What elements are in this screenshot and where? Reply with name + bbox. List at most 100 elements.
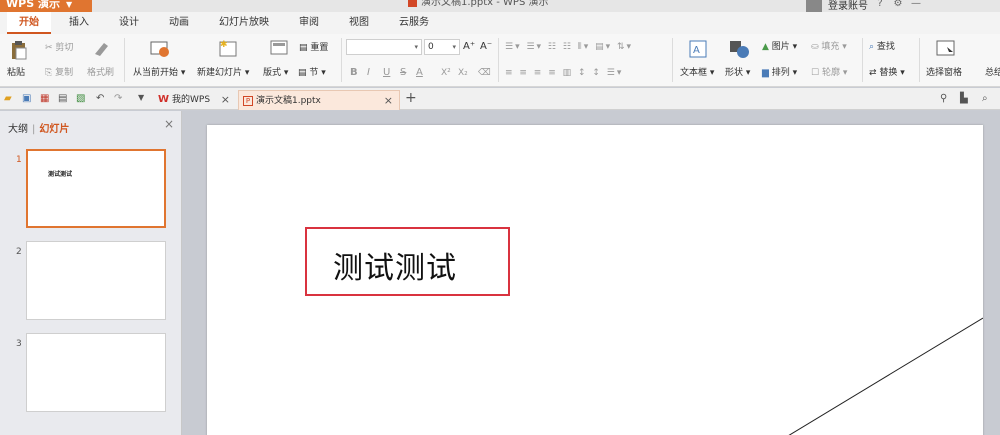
from-current-button[interactable]: 从当前开始 ▾: [133, 67, 185, 79]
font-color-button[interactable]: A: [416, 67, 423, 79]
copy-button[interactable]: ⎘ 复制: [45, 67, 73, 79]
reset-button[interactable]: ▤ 重置: [299, 42, 328, 54]
font-size-value: 0: [428, 42, 434, 52]
cut-button[interactable]: ✂ 剪切: [45, 42, 73, 54]
outline-button[interactable]: ☐ 轮廓 ▾: [811, 67, 847, 79]
reset-label: 重置: [310, 43, 329, 53]
play-from-current-icon[interactable]: [150, 40, 170, 58]
font-name-combo[interactable]: ▾: [346, 39, 422, 55]
slide-number: 1: [16, 155, 22, 165]
paste-button[interactable]: 粘贴: [7, 67, 25, 79]
tab-animation[interactable]: 动画: [157, 12, 201, 34]
find-label: 查找: [876, 42, 895, 52]
underline-button[interactable]: U: [383, 67, 390, 79]
textbox-button[interactable]: 文本框 ▾: [680, 67, 714, 79]
customize-icon[interactable]: ▼: [138, 93, 149, 104]
outline-icon: ☐: [811, 68, 822, 78]
diagonal-line-shape[interactable]: [207, 125, 983, 435]
section-icon: ▤: [298, 68, 310, 78]
selection-pane-button[interactable]: 选择窗格: [926, 67, 962, 79]
tab-home[interactable]: 开始: [7, 12, 51, 34]
tab-slideshow[interactable]: 幻灯片放映: [207, 12, 281, 34]
chevron-down-icon: ▾: [452, 43, 456, 51]
slide-thumbnail-1[interactable]: 测试测试: [26, 149, 166, 228]
close-icon[interactable]: ×: [221, 90, 230, 110]
section-button[interactable]: ▤ 节 ▾: [298, 67, 326, 79]
bold-button[interactable]: B: [350, 67, 358, 79]
divider: [341, 38, 342, 82]
arrange-button[interactable]: ▆ 排列 ▾: [762, 67, 797, 79]
print-icon[interactable]: ▤: [58, 93, 69, 104]
slide-thumbnail-3[interactable]: [26, 333, 166, 412]
superscript-button[interactable]: X²: [441, 67, 451, 79]
app-menu-button[interactable]: WPS 演示 ▼: [0, 0, 92, 12]
grow-font-button[interactable]: A⁺: [463, 41, 475, 53]
italic-button[interactable]: I: [367, 67, 370, 79]
tab-mywps[interactable]: W 我的WPS ×: [154, 90, 236, 110]
settings-icon[interactable]: ⚙: [892, 0, 904, 10]
slide[interactable]: 测试测试: [207, 125, 983, 435]
panel-tabs: 大纲 | 幻灯片: [8, 120, 69, 135]
paste-icon[interactable]: [10, 40, 28, 60]
preview-icon[interactable]: ▧: [76, 93, 87, 104]
user-name[interactable]: 登录账号: [828, 0, 868, 12]
undo-icon[interactable]: ↶: [96, 93, 107, 104]
help-icon[interactable]: ?: [874, 0, 886, 10]
summary-button[interactable]: 总结: [985, 67, 1000, 79]
layout-button[interactable]: 版式 ▾: [263, 67, 288, 79]
textbox-icon[interactable]: A: [689, 40, 707, 58]
shape-icon[interactable]: [729, 40, 749, 58]
redo-icon[interactable]: ↷: [114, 93, 125, 104]
tab-insert[interactable]: 插入: [57, 12, 101, 34]
skin-icon[interactable]: ▙: [960, 93, 971, 104]
subscript-button[interactable]: X₂: [458, 67, 468, 79]
format-painter-button[interactable]: 格式刷: [87, 67, 114, 79]
new-tab-icon[interactable]: +: [405, 90, 417, 106]
shrink-font-button[interactable]: A⁻: [480, 41, 492, 53]
minimize-icon[interactable]: —: [910, 0, 922, 10]
picture-button[interactable]: ▲ 图片 ▾: [762, 41, 797, 53]
open-icon[interactable]: ▰: [4, 93, 15, 104]
replace-button[interactable]: ⇄ 替换 ▾: [869, 67, 905, 79]
tab-cloud[interactable]: 云服务: [387, 12, 441, 34]
clear-format-icon[interactable]: ⌫: [478, 67, 491, 79]
slide-thumbnail-2[interactable]: [26, 241, 166, 320]
svg-text:✱: ✱: [220, 40, 228, 50]
tab-slides[interactable]: 幻灯片: [39, 124, 69, 135]
save-icon[interactable]: ▣: [22, 93, 33, 104]
ribbon-toolbar: 粘贴 ✂ 剪切 ⎘ 复制 格式刷 从当前开始 ▾ ✱ 新建幻灯片 ▾ 版式 ▾ …: [0, 34, 1000, 87]
pin-icon[interactable]: ⚲: [940, 93, 951, 104]
strikethrough-button[interactable]: S: [400, 67, 406, 79]
cut-label: 剪切: [55, 43, 74, 53]
slide-editor-canvas[interactable]: 测试测试: [182, 111, 1000, 435]
find-button[interactable]: ⌕ 查找: [869, 41, 895, 53]
tab-outline[interactable]: 大纲: [8, 124, 28, 135]
fill-button[interactable]: ⛀ 填充 ▾: [811, 41, 847, 53]
fill-label: 填充: [821, 42, 840, 52]
pptx-file-icon: P: [243, 96, 253, 106]
tab-design[interactable]: 设计: [107, 12, 151, 34]
title-bar: WPS 演示 ▼ 演示文稿1.pptx - WPS 演示 登录账号 ? ⚙ —: [0, 0, 1000, 12]
avatar[interactable]: [806, 0, 822, 12]
layout-label: 版式: [263, 68, 282, 78]
selection-pane-icon[interactable]: [936, 40, 956, 58]
format-painter-icon[interactable]: [92, 40, 110, 58]
new-slide-button[interactable]: 新建幻灯片 ▾: [197, 67, 249, 79]
copy-label: 复制: [55, 68, 74, 78]
font-size-combo[interactable]: 0 ▾: [424, 39, 460, 55]
new-slide-icon[interactable]: ✱: [218, 38, 238, 58]
layout-icon[interactable]: [270, 40, 288, 56]
search-icon[interactable]: ⌕: [982, 93, 993, 104]
quick-access-bar: ▰ ▣ ▦ ▤ ▧ ↶ ↷ ▼ W 我的WPS × P 演示文稿1.pptx × + ⚲…: [0, 88, 1000, 110]
paragraph-align-icons[interactable]: ≡ ≡ ≡ ≡ ▥ ↕ ↕ ☰▾: [505, 67, 623, 79]
shape-button[interactable]: 形状 ▾: [725, 67, 750, 79]
tab-document[interactable]: P 演示文稿1.pptx ×: [238, 90, 400, 110]
tab-review[interactable]: 审阅: [287, 12, 331, 34]
paragraph-list-icons[interactable]: ☰▾ ☰▾ ☷ ☷ ⦀▾ ▤▾ ⇅▾: [505, 41, 633, 53]
tab-view[interactable]: 视图: [337, 12, 381, 34]
export-pdf-icon[interactable]: ▦: [40, 93, 51, 104]
close-icon[interactable]: ×: [164, 117, 174, 131]
new-slide-label: 新建幻灯片: [197, 68, 243, 78]
close-icon[interactable]: ×: [384, 91, 393, 111]
fill-icon: ⛀: [811, 42, 822, 52]
